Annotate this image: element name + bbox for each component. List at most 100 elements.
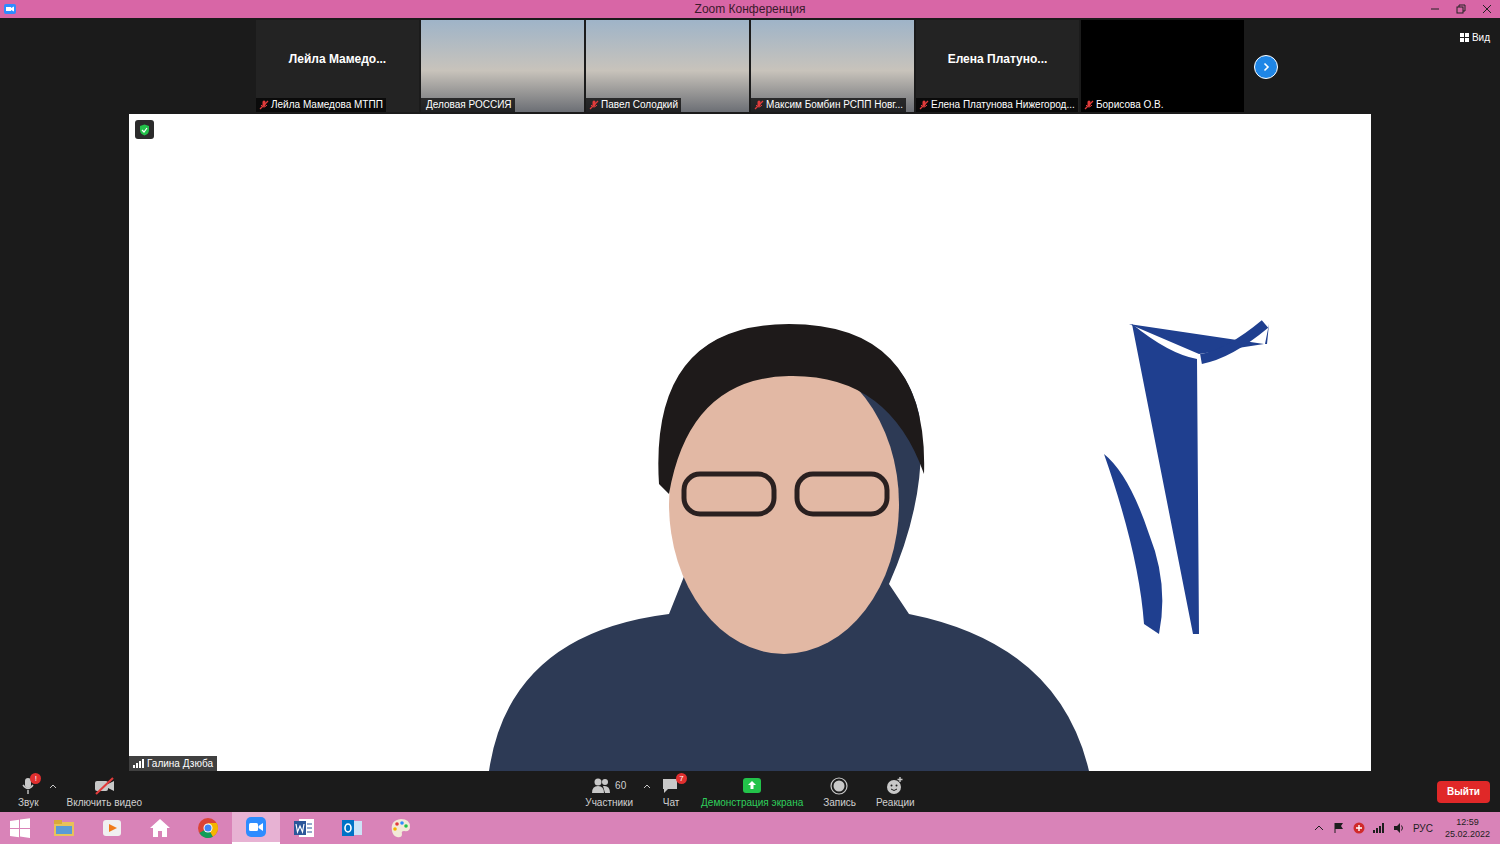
chat-label: Чат	[663, 797, 680, 809]
strip-right: Вид	[1244, 20, 1500, 114]
volume-icon	[1393, 822, 1405, 834]
speaker-video-picture	[129, 114, 1371, 771]
video-label: Включить видео	[67, 797, 143, 809]
muted-mic-icon	[754, 100, 764, 110]
audio-label: Звук	[18, 797, 39, 809]
meeting-stage: Лейла Мамедо...Лейла Мамедова МТПП Делова…	[0, 18, 1500, 771]
participant-tile[interactable]: Павел Солодкий	[586, 20, 749, 112]
record-label: Запись	[823, 797, 856, 809]
taskbar: РУС 12:5925.02.2022	[0, 812, 1500, 844]
antivirus-icon	[1353, 822, 1365, 834]
participants-button[interactable]: 60Участники	[575, 775, 643, 809]
participant-tile[interactable]: Лейла Мамедо...Лейла Мамедова МТПП	[256, 20, 419, 112]
chrome-icon	[197, 817, 219, 839]
participants-options-caret[interactable]	[643, 772, 651, 812]
participant-label: Деловая РОССИЯ	[421, 98, 515, 112]
start-icon	[9, 817, 31, 839]
minimize-button[interactable]	[1422, 0, 1448, 18]
caret-up-icon	[643, 783, 651, 789]
muted-mic-icon	[919, 100, 929, 110]
chat-button[interactable]: 7Чат	[651, 775, 691, 809]
clock-date: 25.02.2022	[1445, 828, 1490, 840]
signal-bars-icon	[133, 759, 144, 768]
zoom-app-icon	[4, 4, 16, 14]
participant-name: Елена Платуно...	[916, 20, 1079, 98]
restore-button[interactable]	[1448, 0, 1474, 18]
encryption-badge[interactable]	[135, 120, 154, 139]
share-button[interactable]: Демонстрация экрана	[691, 775, 813, 809]
toolbar-left: !Звук Включить видео	[0, 772, 575, 812]
record-icon	[830, 777, 850, 795]
participant-label: Елена Платунова Нижегород...	[916, 98, 1078, 112]
chat-icon-wrap: 7	[661, 775, 681, 797]
chrome-taskbar-button[interactable]	[184, 812, 232, 844]
title-left	[0, 4, 695, 14]
participant-count: 60	[615, 780, 626, 792]
explorer-icon	[53, 817, 75, 839]
share-label: Демонстрация экрана	[701, 797, 803, 809]
home-taskbar-button[interactable]	[136, 812, 184, 844]
muted-mic-icon	[589, 100, 599, 110]
participant-label: Павел Солодкий	[586, 98, 681, 112]
chat-badge: 7	[676, 773, 687, 784]
zoom-window: Zoom Конференция Лейла Мамедо...Лейла Мам…	[0, 0, 1500, 844]
participant-tile[interactable]: Борисова О.В.	[1081, 20, 1244, 112]
media-taskbar-button[interactable]	[88, 812, 136, 844]
explorer-taskbar-button[interactable]	[40, 812, 88, 844]
participants-icon	[592, 777, 611, 795]
restore-icon	[1456, 4, 1466, 14]
audio-icon-wrap: !	[21, 775, 35, 797]
participant-tile[interactable]: Максим Бомбин РСПП Новг...	[751, 20, 914, 112]
word-icon	[293, 817, 315, 839]
participant-label: Лейла Мамедова МТПП	[256, 98, 386, 112]
system-tray: РУС 12:5925.02.2022	[1313, 816, 1500, 840]
participant-tile[interactable]: Деловая РОССИЯ	[421, 20, 584, 112]
reactions-button[interactable]: Реакции	[866, 775, 925, 809]
view-button[interactable]: Вид	[1456, 28, 1494, 47]
reactions-icon	[885, 777, 905, 795]
participant-label-text: Лейла Мамедова МТПП	[271, 99, 383, 111]
video-button[interactable]: Включить видео	[57, 775, 153, 809]
outlook-icon	[341, 817, 363, 839]
muted-mic-icon	[259, 100, 269, 110]
participant-label: Максим Бомбин РСПП Новг...	[751, 98, 906, 112]
share-icon	[742, 777, 762, 795]
start-taskbar-button[interactable]	[0, 812, 40, 844]
title-bar: Zoom Конференция	[0, 0, 1500, 18]
clock-time: 12:59	[1456, 816, 1479, 828]
shield-icon	[139, 124, 150, 136]
participant-label-text: Елена Платунова Нижегород...	[931, 99, 1075, 111]
participant-label-text: Деловая РОССИЯ	[426, 99, 512, 111]
participant-label-text: Борисова О.В.	[1096, 99, 1164, 111]
share-icon-wrap	[742, 775, 762, 797]
reactions-icon-wrap	[885, 775, 905, 797]
outlook-taskbar-button[interactable]	[328, 812, 376, 844]
video-icon-wrap	[94, 775, 115, 797]
paint-icon	[389, 817, 411, 839]
clock[interactable]: 12:5925.02.2022	[1441, 816, 1490, 840]
reactions-label: Реакции	[876, 797, 915, 809]
main-video: Галина Дзюба	[129, 114, 1371, 771]
next-page-button[interactable]	[1254, 55, 1278, 79]
participant-tile[interactable]: Елена Платуно...Елена Платунова Нижегоро…	[916, 20, 1079, 112]
gallery-tiles: Лейла Мамедо...Лейла Мамедова МТПП Делова…	[256, 20, 1244, 114]
camera-icon	[94, 777, 115, 795]
tray-caret-icon	[1313, 822, 1325, 834]
toolbar-right: Выйти	[925, 781, 1500, 803]
meeting-toolbar: !ЗвукВключить видео60Участники7ЧатДемонс…	[0, 771, 1500, 812]
record-button[interactable]: Запись	[813, 775, 866, 809]
language-indicator[interactable]: РУС	[1413, 821, 1433, 836]
word-taskbar-button[interactable]	[280, 812, 328, 844]
audio-button[interactable]: !Звук	[8, 775, 49, 809]
participant-label-text: Максим Бомбин РСПП Новг...	[766, 99, 903, 111]
close-button[interactable]	[1474, 0, 1500, 18]
window-title: Zoom Конференция	[695, 0, 806, 18]
paint-taskbar-button[interactable]	[376, 812, 424, 844]
network-icon	[1373, 822, 1385, 834]
toolbar-center: 60Участники7ЧатДемонстрация экранаЗапись…	[575, 772, 924, 812]
leave-button[interactable]: Выйти	[1437, 781, 1490, 803]
zoom-taskbar-button[interactable]	[232, 812, 280, 844]
gallery-strip: Лейла Мамедо...Лейла Мамедова МТПП Делова…	[0, 18, 1500, 114]
audio-options-caret[interactable]	[49, 772, 57, 812]
zoom-icon	[245, 816, 267, 838]
